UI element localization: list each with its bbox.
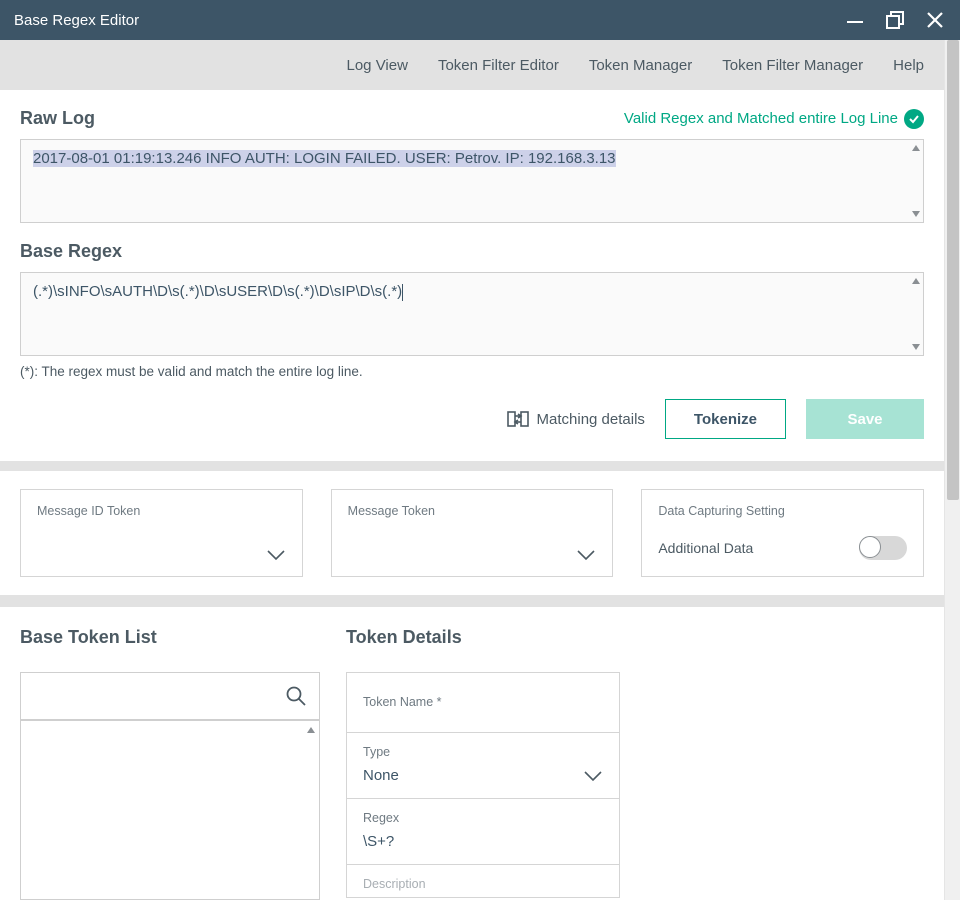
menubar: Log View Token Filter Editor Token Manag… <box>0 40 944 90</box>
lower-panel: Base Token List Token Details Token Name… <box>0 595 944 900</box>
message-token-label: Message Token <box>348 504 597 518</box>
token-type-field[interactable]: Type None <box>347 733 619 799</box>
menu-log-view[interactable]: Log View <box>347 57 408 74</box>
token-description-field[interactable]: Description <box>347 865 619 897</box>
chevron-down-icon <box>583 769 603 783</box>
token-name-field[interactable]: Token Name * <box>347 673 619 733</box>
regex-status-text: Valid Regex and Matched entire Log Line <box>624 110 898 127</box>
raw-log-heading: Raw Log <box>20 108 95 129</box>
raw-log-text: 2017-08-01 01:19:13.246 INFO AUTH: LOGIN… <box>33 150 616 167</box>
token-type-value: None <box>363 767 399 784</box>
scroll-down-icon[interactable] <box>911 342 921 352</box>
close-button[interactable] <box>924 9 946 31</box>
token-search-input[interactable] <box>33 688 285 705</box>
token-regex-label: Regex <box>363 811 603 825</box>
token-details-heading: Token Details <box>346 627 620 648</box>
menu-token-filter-editor[interactable]: Token Filter Editor <box>438 57 559 74</box>
minimize-button[interactable] <box>844 9 866 31</box>
titlebar: Base Regex Editor <box>0 0 960 40</box>
scroll-up-icon[interactable] <box>911 276 921 286</box>
token-search-box[interactable] <box>20 672 320 720</box>
menu-help[interactable]: Help <box>893 57 924 74</box>
maximize-button[interactable] <box>884 9 906 31</box>
window-title: Base Regex Editor <box>14 12 844 29</box>
additional-data-toggle[interactable] <box>859 536 907 560</box>
tokenize-button[interactable]: Tokenize <box>665 399 786 439</box>
matching-icon <box>507 410 529 428</box>
scrollbar-thumb[interactable] <box>947 40 959 500</box>
menu-token-manager[interactable]: Token Manager <box>589 57 692 74</box>
window-buttons <box>844 9 946 31</box>
chevron-down-icon <box>576 548 596 562</box>
regex-status: Valid Regex and Matched entire Log Line <box>624 109 924 129</box>
token-details-card: Token Name * Type None Regex \S+? <box>346 672 620 898</box>
data-capturing-card: Data Capturing Setting Additional Data <box>641 489 924 577</box>
scroll-down-icon[interactable] <box>911 209 921 219</box>
token-type-label: Type <box>363 745 603 759</box>
data-capturing-heading: Data Capturing Setting <box>658 504 907 518</box>
scroll-up-icon[interactable] <box>306 725 316 735</box>
message-id-token-select[interactable]: Message ID Token <box>20 489 303 577</box>
raw-log-input[interactable]: 2017-08-01 01:19:13.246 INFO AUTH: LOGIN… <box>20 139 924 223</box>
base-regex-input[interactable]: (.*)\sINFO\sAUTH\D\s(.*)\D\sUSER\D\s(.*)… <box>20 272 924 356</box>
save-button[interactable]: Save <box>806 399 924 439</box>
text-cursor <box>402 284 403 301</box>
token-regex-field[interactable]: Regex \S+? <box>347 799 619 865</box>
additional-data-label: Additional Data <box>658 540 753 556</box>
message-token-select[interactable]: Message Token <box>331 489 614 577</box>
base-regex-heading: Base Regex <box>20 241 122 262</box>
raw-log-panel: Raw Log Valid Regex and Matched entire L… <box>0 90 944 461</box>
menu-token-filter-manager[interactable]: Token Filter Manager <box>722 57 863 74</box>
search-icon <box>285 685 307 707</box>
message-id-token-label: Message ID Token <box>37 504 286 518</box>
base-regex-text: (.*)\sINFO\sAUTH\D\s(.*)\D\sUSER\D\s(.*)… <box>33 283 402 300</box>
matching-details-label: Matching details <box>537 411 645 428</box>
matching-details-button[interactable]: Matching details <box>507 410 645 428</box>
chevron-down-icon <box>266 548 286 562</box>
token-select-panel: Message ID Token Message Token Data Capt… <box>0 461 944 595</box>
token-description-label: Description <box>363 877 603 891</box>
token-list[interactable] <box>20 720 320 900</box>
scroll-up-icon[interactable] <box>911 143 921 153</box>
token-name-label: Token Name * <box>363 695 603 709</box>
regex-hint: (*): The regex must be valid and match t… <box>20 364 924 379</box>
vertical-scrollbar[interactable] <box>944 40 960 900</box>
check-icon <box>904 109 924 129</box>
base-token-list-heading: Base Token List <box>20 627 320 648</box>
toggle-knob <box>859 536 881 558</box>
token-regex-value: \S+? <box>363 833 394 850</box>
